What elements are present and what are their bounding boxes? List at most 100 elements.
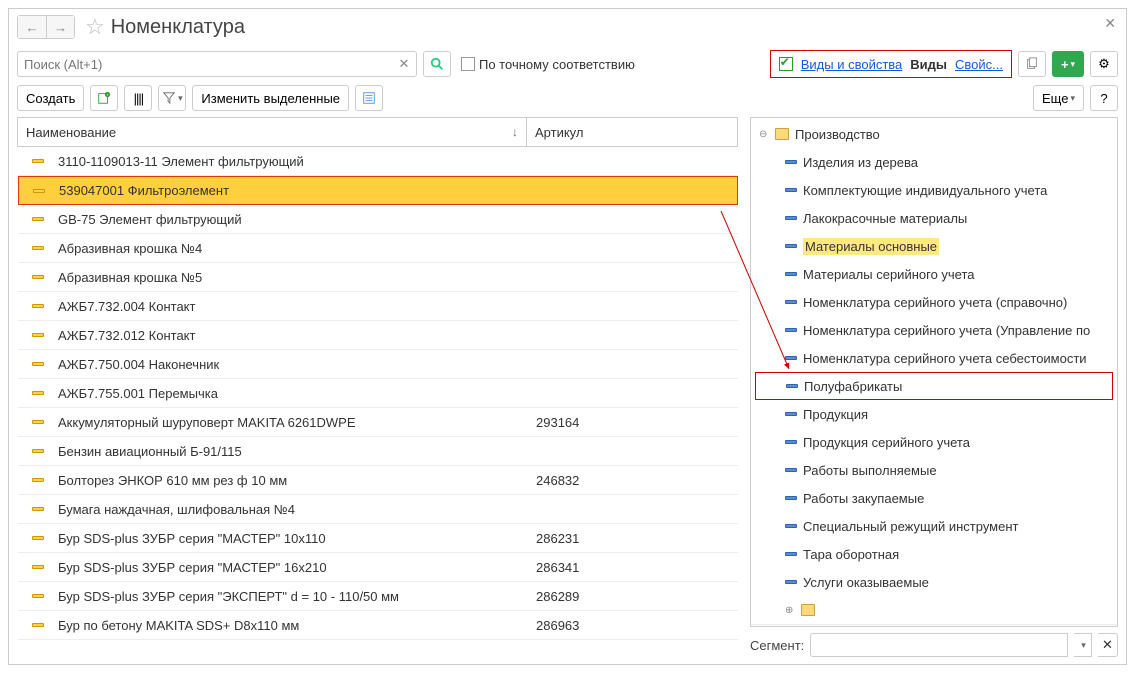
table-row[interactable]: 539047001 Фильтроэлемент — [18, 176, 738, 205]
tree-item[interactable]: Услуги оказываемые — [751, 568, 1117, 596]
add-button[interactable]: +▾ — [1052, 51, 1084, 77]
table-row[interactable]: Абразивная крошка №4 — [18, 234, 738, 263]
row-icon — [19, 189, 59, 193]
forward-button[interactable]: → — [46, 16, 74, 38]
table-row[interactable]: Бур по бетону MAKITA SDS+ D8x110 мм28696… — [18, 611, 738, 640]
category-icon — [785, 244, 797, 248]
props-link[interactable]: Свойс... — [955, 57, 1003, 72]
row-name: Бумага наждачная, шлифовальная №4 — [58, 502, 528, 517]
back-button[interactable]: ← — [18, 16, 46, 38]
category-icon — [785, 160, 797, 164]
tree-item[interactable]: Номенклатура серийного учета (Управление… — [751, 316, 1117, 344]
row-icon — [18, 507, 58, 511]
exact-match-checkbox[interactable]: По точному соответствию — [461, 57, 635, 72]
favorite-icon[interactable]: ☆ — [85, 14, 105, 40]
row-name: Абразивная крошка №5 — [58, 270, 528, 285]
close-button[interactable]: ✕ — [1100, 13, 1120, 34]
create-folder-button[interactable]: + — [90, 85, 118, 111]
row-name: Болторез ЭНКОР 610 мм рез ф 10 мм — [58, 473, 528, 488]
magnifier-icon — [430, 57, 444, 71]
tree-item-label: Услуги оказываемые — [803, 575, 929, 590]
table-row[interactable]: Бумага наждачная, шлифовальная №4 — [18, 495, 738, 524]
tree-item-label: Специальный режущий инструмент — [803, 519, 1018, 534]
segment-clear[interactable]: ✕ — [1098, 633, 1118, 657]
segment-input[interactable] — [810, 633, 1068, 657]
tree-item-label: Номенклатура серийного учета (Управление… — [803, 323, 1090, 338]
category-icon — [785, 356, 797, 360]
tree-more[interactable]: ⊕ — [751, 596, 1117, 624]
table-row[interactable]: GB-75 Элемент фильтрующий — [18, 205, 738, 234]
tree-root[interactable]: ⊖ Производство — [751, 120, 1117, 148]
table-row[interactable]: Бензин авиационный Б-91/115 — [18, 437, 738, 466]
tree-item[interactable]: Материалы основные — [751, 232, 1117, 260]
types-link[interactable]: Виды и свойства — [801, 57, 903, 72]
table-row[interactable]: Абразивная крошка №5 — [18, 263, 738, 292]
settings-button[interactable]: ⚙ — [1090, 51, 1118, 77]
list-button[interactable] — [355, 85, 383, 111]
segment-dropdown[interactable]: ▾ — [1074, 633, 1092, 657]
tree-item[interactable]: Работы закупаемые — [751, 484, 1117, 512]
filter-button[interactable]: ▾ — [158, 85, 186, 111]
nav-buttons: ← → — [17, 15, 75, 39]
barcode-button[interactable]: |||| — [124, 85, 152, 111]
types-bold[interactable]: Виды — [910, 57, 947, 72]
tree-hscroll: ◂ ▸ — [751, 624, 1117, 627]
help-button[interactable]: ? — [1090, 85, 1118, 111]
copy-icon — [1025, 57, 1039, 71]
tree-item[interactable]: Полуфабрикаты — [755, 372, 1113, 400]
item-icon — [32, 536, 44, 540]
table-row[interactable]: Болторез ЭНКОР 610 мм рез ф 10 мм246832 — [18, 466, 738, 495]
exact-match-label: По точному соответствию — [479, 57, 635, 72]
more-button[interactable]: Еще▾ — [1033, 85, 1084, 111]
edit-selected-button[interactable]: Изменить выделенные — [192, 85, 349, 111]
tree-item-label: Тара оборотная — [803, 547, 899, 562]
table-row[interactable]: 3110-1109013-11 Элемент фильтрующий — [18, 147, 738, 176]
table-row[interactable]: Аккумуляторный шуруповерт MAKITA 6261DWP… — [18, 408, 738, 437]
item-icon — [32, 594, 44, 598]
create-button[interactable]: Создать — [17, 85, 84, 111]
category-icon — [785, 440, 797, 444]
row-name: Абразивная крошка №4 — [58, 241, 528, 256]
expand-icon[interactable]: ⊕ — [785, 605, 795, 616]
row-article: 286341 — [528, 560, 738, 575]
col-header-article[interactable]: Артикул — [527, 125, 737, 140]
tree-item[interactable]: Продукция — [751, 400, 1117, 428]
tree-item-label: Полуфабрикаты — [804, 379, 902, 394]
table-row[interactable]: Бур SDS-plus ЗУБР серия "ЭКСПЕРТ" d = 10… — [18, 582, 738, 611]
tree-item[interactable]: Специальный режущий инструмент — [751, 512, 1117, 540]
scroll-right-icon[interactable]: ▸ — [1106, 626, 1113, 628]
table-row[interactable]: АЖБ7.755.001 Перемычка — [18, 379, 738, 408]
table-row[interactable]: АЖБ7.750.004 Наконечник — [18, 350, 738, 379]
search-input[interactable] — [17, 51, 417, 77]
types-checkbox[interactable] — [779, 57, 793, 71]
search-button[interactable] — [423, 51, 451, 77]
tree-item[interactable]: Номенклатура серийного учета себестоимос… — [751, 344, 1117, 372]
table-row[interactable]: АЖБ7.732.004 Контакт — [18, 292, 738, 321]
row-article: 286231 — [528, 531, 738, 546]
clear-search-icon[interactable]: ✕ — [395, 55, 413, 73]
tree-item[interactable]: Номенклатура серийного учета (справочно) — [751, 288, 1117, 316]
table-row[interactable]: АЖБ7.732.012 Контакт — [18, 321, 738, 350]
tree-item[interactable]: Изделия из дерева — [751, 148, 1117, 176]
item-icon — [32, 304, 44, 308]
barcode-icon: |||| — [134, 91, 144, 106]
tree-item[interactable]: Тара оборотная — [751, 540, 1117, 568]
tree-item[interactable]: Работы выполняемые — [751, 456, 1117, 484]
row-article: 293164 — [528, 415, 738, 430]
copy-button[interactable] — [1018, 51, 1046, 77]
tree-item[interactable]: Лакокрасочные материалы — [751, 204, 1117, 232]
tree-item-label: Продукция серийного учета — [803, 435, 970, 450]
table-row[interactable]: Бур SDS-plus ЗУБР серия "МАСТЕР" 16x2102… — [18, 553, 738, 582]
category-icon — [785, 412, 797, 416]
tree-item[interactable]: Продукция серийного учета — [751, 428, 1117, 456]
help-icon: ? — [1100, 91, 1107, 106]
scroll-left-icon[interactable]: ◂ — [755, 626, 762, 628]
table-row[interactable]: Бур SDS-plus ЗУБР серия "МАСТЕР" 10x1102… — [18, 524, 738, 553]
plus-icon: + — [1061, 57, 1069, 72]
tree-item[interactable]: Материалы серийного учета — [751, 260, 1117, 288]
col-header-name[interactable]: Наименование ↓ — [18, 125, 526, 140]
tree-item-label: Работы закупаемые — [803, 491, 924, 506]
collapse-icon[interactable]: ⊖ — [759, 129, 769, 140]
tree-item[interactable]: Комплектующие индивидуального учета — [751, 176, 1117, 204]
category-icon — [785, 328, 797, 332]
